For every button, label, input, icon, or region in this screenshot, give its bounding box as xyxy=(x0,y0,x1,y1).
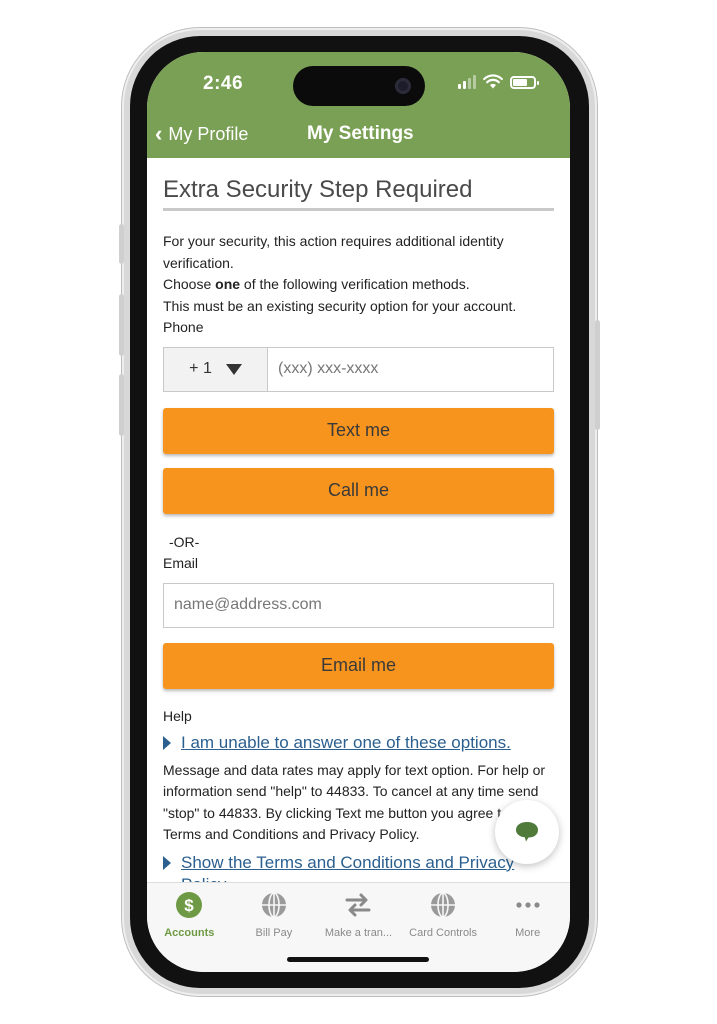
main-content: Extra Security Step Required For your se… xyxy=(147,158,570,882)
back-button[interactable]: ‹ My Profile xyxy=(155,123,248,145)
intro-line: For your security, this action requires … xyxy=(163,233,504,271)
camera-icon xyxy=(395,78,411,94)
tab-more[interactable]: More xyxy=(485,883,570,972)
globe-icon xyxy=(429,891,457,919)
phone-label: Phone xyxy=(163,319,204,335)
country-code-select[interactable]: + 1 xyxy=(164,347,268,391)
chat-button[interactable] xyxy=(495,800,559,864)
intro-text: For your security, this action requires … xyxy=(163,231,554,339)
tab-accounts[interactable]: $ Accounts xyxy=(147,883,232,972)
home-indicator xyxy=(287,957,429,962)
more-dots-icon xyxy=(514,891,542,919)
side-button-volume-down xyxy=(119,374,124,436)
dollar-circle-icon: $ xyxy=(175,891,203,919)
back-label: My Profile xyxy=(168,123,249,144)
help-label: Help xyxy=(163,707,192,724)
dynamic-island xyxy=(293,66,425,106)
tab-label: Make a tran... xyxy=(324,927,393,939)
triangle-right-icon xyxy=(163,735,171,750)
email-label: Email xyxy=(163,554,199,571)
caret-down-icon xyxy=(225,363,242,375)
side-button-volume-up xyxy=(119,294,124,356)
transfer-arrows-icon xyxy=(344,891,372,919)
app-header: 2:46 ‹ My Profile My Settings xyxy=(147,52,570,158)
globe-icon xyxy=(260,891,288,919)
triangle-right-icon xyxy=(163,855,171,870)
tab-label: Bill Pay xyxy=(255,927,293,939)
side-button-power xyxy=(595,320,600,430)
terms-link-row: Show the Terms and Conditions and Privac… xyxy=(163,852,554,883)
chevron-left-icon: ‹ xyxy=(155,121,163,146)
status-icons xyxy=(458,74,539,89)
unable-link-row: I am unable to answer one of these optio… xyxy=(163,732,554,754)
phone-screen: 2:46 ‹ My Profile My Settings Extra Secu… xyxy=(147,52,570,972)
existing-note: This must be an existing security option… xyxy=(163,297,517,314)
tab-label: Card Controls xyxy=(409,927,477,939)
signal-icon xyxy=(458,75,476,89)
tab-label: Accounts xyxy=(164,927,215,939)
svg-text:$: $ xyxy=(185,896,195,915)
battery-icon xyxy=(510,76,539,89)
phone-input[interactable] xyxy=(268,347,553,391)
nav-title: My Settings xyxy=(307,123,414,144)
choose-line: Choose one of the following verification… xyxy=(163,276,470,292)
or-divider: -OR- xyxy=(169,533,200,550)
side-button-action xyxy=(119,224,124,264)
tab-label: More xyxy=(515,927,541,939)
unable-to-answer-link[interactable]: I am unable to answer one of these optio… xyxy=(181,732,511,754)
terms-link[interactable]: Show the Terms and Conditions and Privac… xyxy=(181,852,554,883)
call-me-button[interactable]: Call me xyxy=(163,467,554,514)
phone-field: + 1 xyxy=(163,346,554,392)
text-me-button[interactable]: Text me xyxy=(163,407,554,454)
email-input[interactable] xyxy=(163,582,554,628)
country-code-value: + 1 xyxy=(189,360,212,377)
wifi-icon xyxy=(483,74,503,89)
page-title: Extra Security Step Required xyxy=(163,176,554,211)
email-me-button[interactable]: Email me xyxy=(163,642,554,689)
status-time: 2:46 xyxy=(203,73,244,94)
chat-bubble-icon xyxy=(516,822,538,842)
